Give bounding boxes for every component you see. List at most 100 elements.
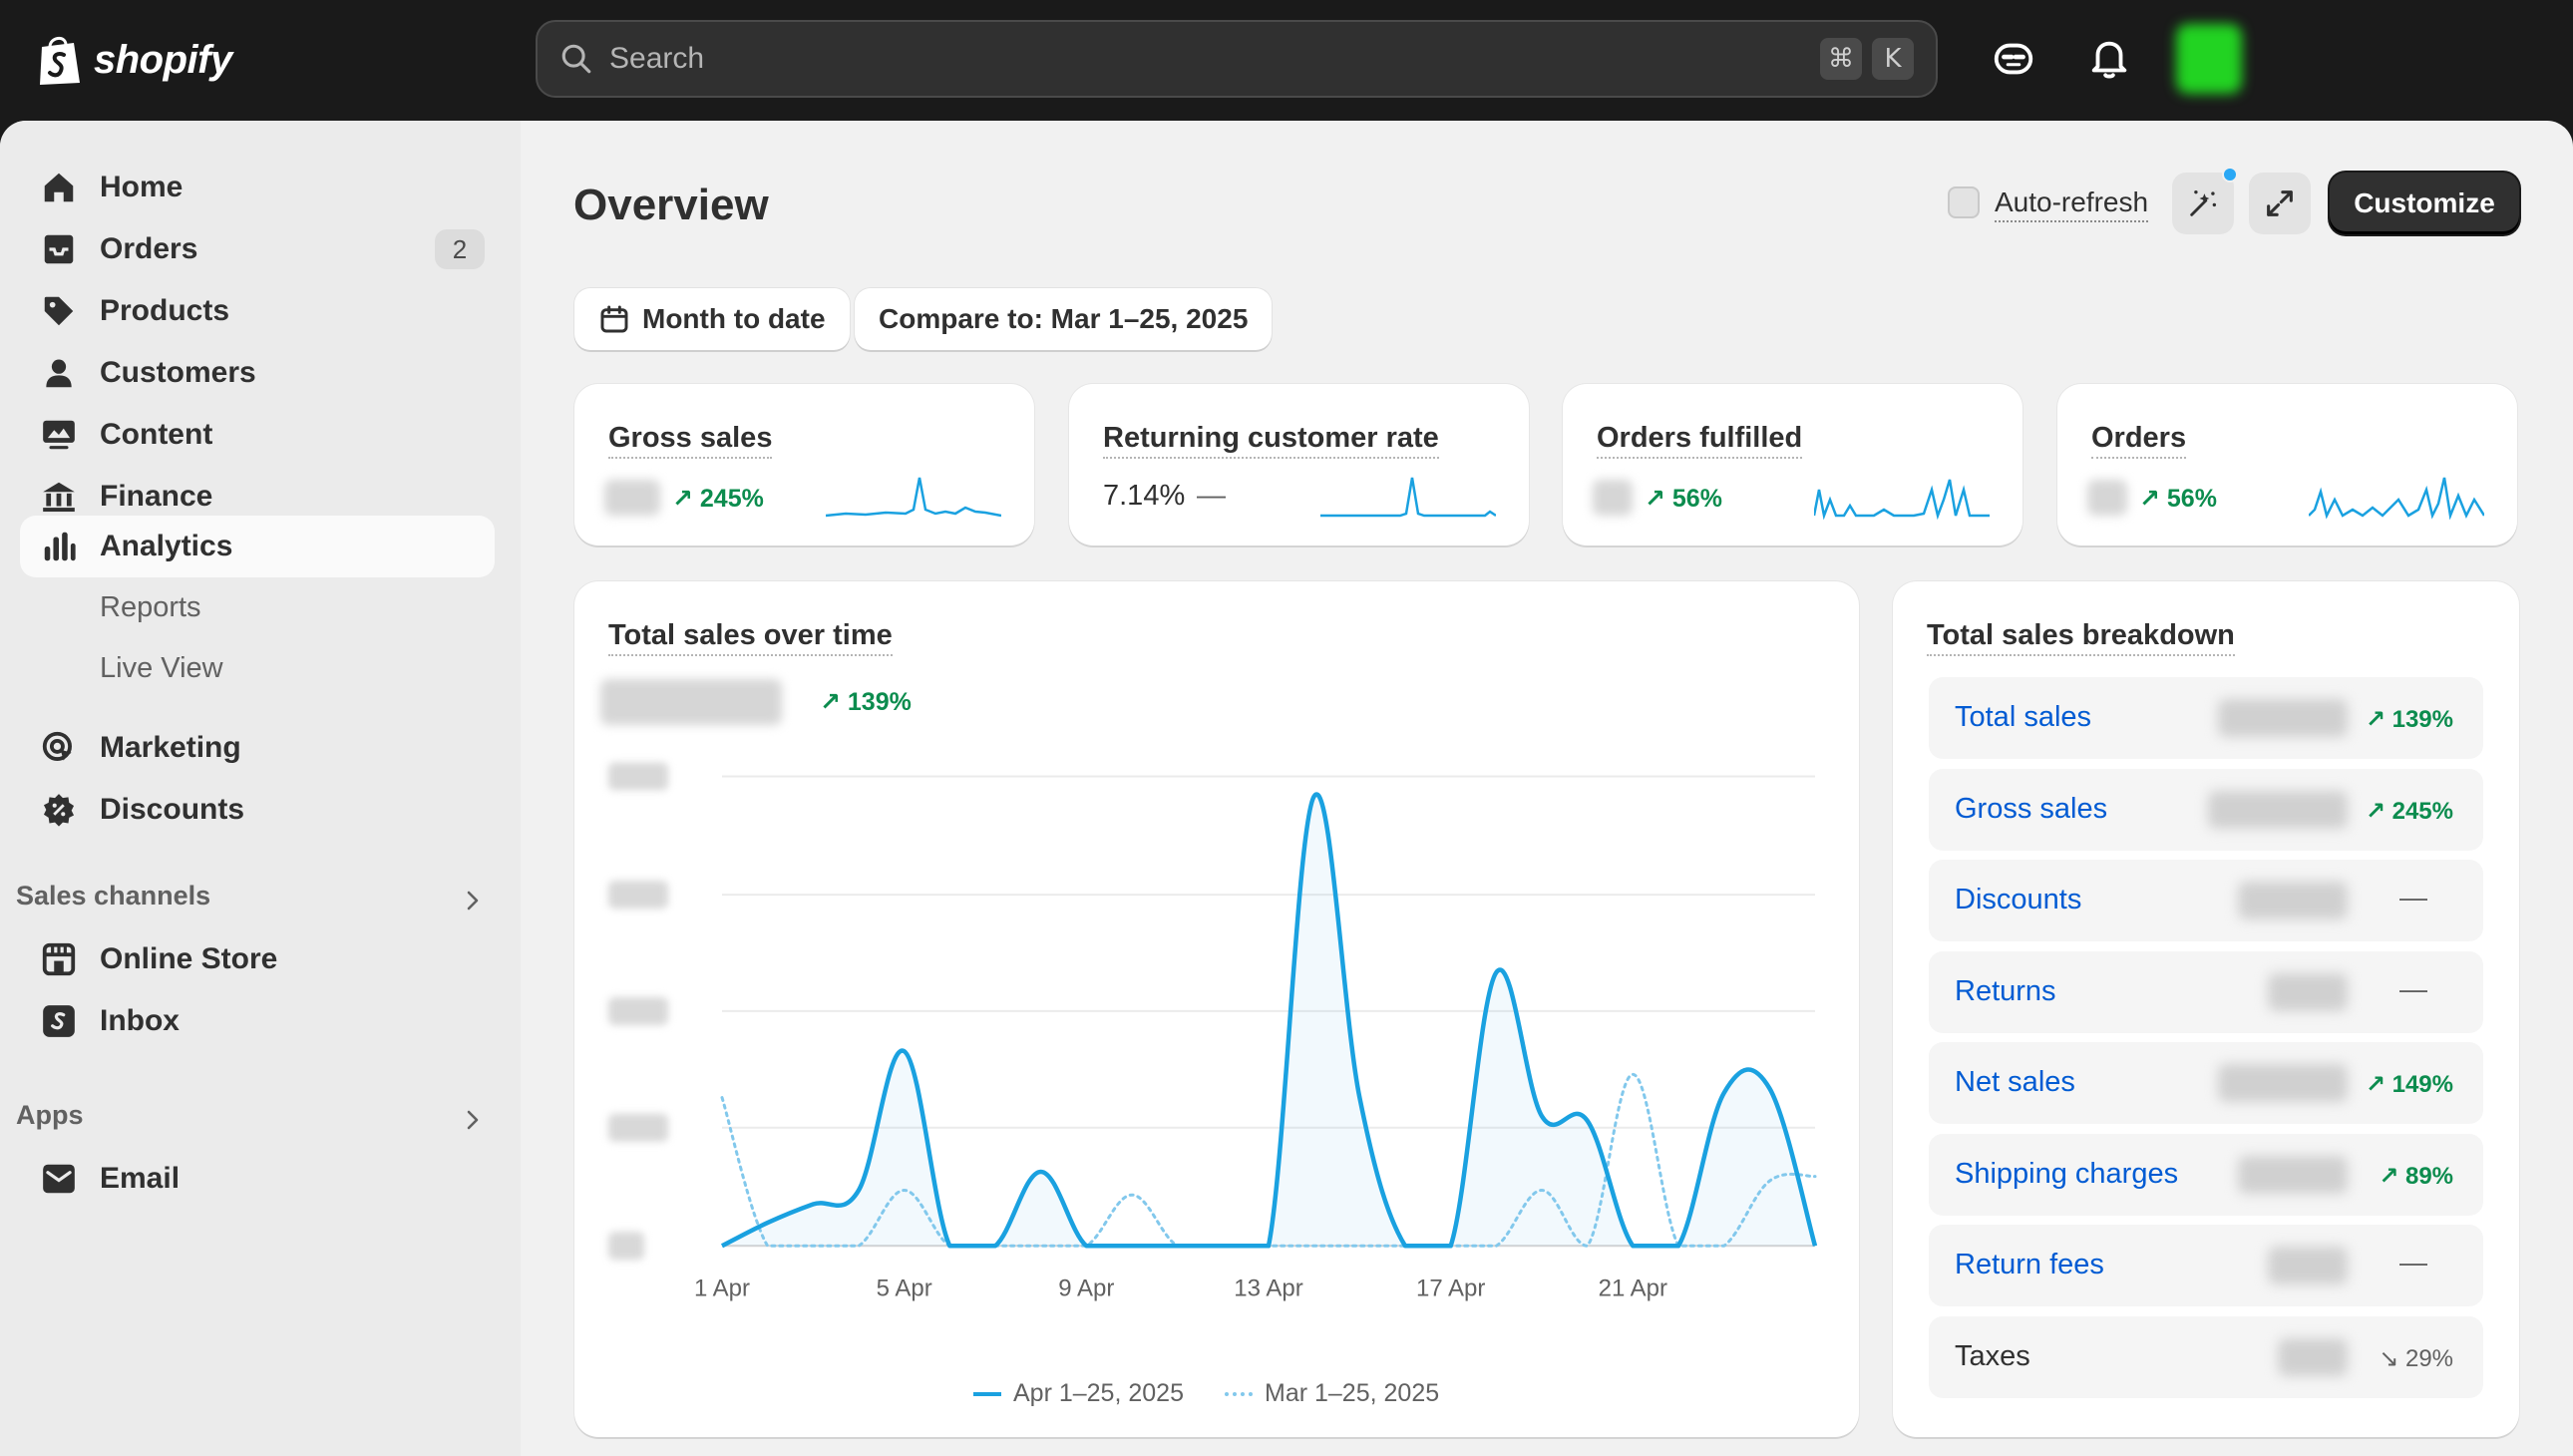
sidebar-item-marketing[interactable]: Marketing [20,717,495,779]
breakdown-delta: ↗ 139% [2365,706,2453,733]
sidebar-item-customers[interactable]: Customers [20,342,495,404]
x-tick-label: 21 Apr [1599,1274,1667,1301]
top-bar: shopify Search ⌘ K [0,0,2573,121]
shortcut-cmd-key: ⌘ [1820,38,1862,80]
sidebar-item-content[interactable]: Content [20,404,495,466]
sidebar-subitem-live-view[interactable]: Live View [100,652,223,685]
breakdown-delta: — [2399,972,2427,1004]
breakdown-row[interactable]: Returns — [1929,950,2483,1033]
customize-button[interactable]: Customize [2330,173,2519,234]
y-axis-label-blurred [608,881,668,910]
y-axis-label-blurred [608,762,668,791]
tag-icon [44,296,74,326]
x-tick-label: 9 Apr [1058,1274,1114,1301]
content-icon [43,420,75,450]
metric-card-returning-customer-rate[interactable]: Returning customer rate 7.14% — [1069,384,1529,546]
legend-current-label: Apr 1–25, 2025 [1013,1379,1184,1407]
metric-delta: ↗ 245% [672,485,764,513]
metric-card-orders[interactable]: Orders ↗ 56% [2057,384,2517,546]
sidebar-item-analytics[interactable]: Analytics [20,516,495,577]
app-shell: Home Orders 2 Products Customers Content… [0,121,2573,1456]
breakdown-row[interactable]: Return fees — [1929,1225,2483,1306]
bank-icon [43,482,75,513]
breakdown-label[interactable]: Discounts [1955,884,2081,916]
store-name-blurred[interactable] [2252,40,2561,76]
metric-title: Orders [2091,422,2187,459]
person-icon [46,359,72,388]
sidebar-item-label: Home [100,171,184,203]
notification-dot [2222,167,2238,182]
x-tick-label: 13 Apr [1234,1274,1302,1301]
sidebar-item-label: Discounts [100,793,245,826]
legend-current[interactable]: Apr 1–25, 2025 [973,1379,1184,1408]
breakdown-value-blurred [2218,699,2348,737]
sidebar-item-orders[interactable]: Orders 2 [20,218,495,280]
x-tick-label: 5 Apr [877,1274,932,1301]
breakdown-label[interactable]: Return fees [1955,1249,2104,1281]
breakdown-delta: ↗ 89% [2379,1162,2453,1190]
total-sales-over-time-card: Total sales over time ↗ 139% 1 Apr 5 Apr 9… [574,581,1859,1437]
breakdown-label[interactable]: Net sales [1955,1066,2075,1099]
sidebar-item-label: Inbox [100,1004,180,1037]
compare-button[interactable]: Compare to: Mar 1–25, 2025 [855,288,1273,350]
sidebar-item-label: Customers [100,356,256,389]
date-range-button[interactable]: Month to date [574,288,850,350]
breakdown-label[interactable]: Gross sales [1955,793,2107,826]
search-icon [561,44,591,74]
ai-insights-button[interactable] [2172,167,2238,234]
sidebar-subitem-reports[interactable]: Reports [100,591,201,624]
breakdown-label[interactable]: Shipping charges [1955,1158,2178,1191]
auto-refresh-label[interactable]: Auto-refresh [1995,186,2149,222]
breakdown-label[interactable]: Returns [1955,975,2056,1008]
email-icon [43,1164,75,1194]
breakdown-label[interactable]: Total sales [1955,701,2091,734]
breakdown-row[interactable]: Taxes ↘ 29% [1929,1315,2483,1398]
sidebar-item-inbox[interactable]: Inbox [20,990,495,1052]
breakdown-title[interactable]: Total sales breakdown [1927,619,2235,656]
y-axis-label-blurred [608,996,668,1025]
metric-title: Orders fulfilled [1597,422,1803,459]
breakdown-row[interactable]: Gross sales ↗ 245% [1929,768,2483,851]
shortcut-k-key: K [1872,38,1914,80]
breakdown-delta: — [2399,1247,2427,1277]
search-input[interactable]: Search ⌘ K [536,20,1938,98]
breakdown-row[interactable]: Shipping charges ↗ 89% [1929,1133,2483,1216]
sidebar-item-online-store[interactable]: Online Store [20,928,495,990]
store-icon [42,942,76,976]
sidebar-item-label: Finance [100,480,213,513]
metric-card-gross-sales[interactable]: Gross sales ↗ 245% [574,384,1034,546]
metric-delta: — [1197,480,1226,512]
breakdown-value-blurred [2268,1247,2348,1284]
shopify-bag-icon [40,37,80,85]
home-icon [44,173,74,202]
sidekick-icon[interactable] [1991,36,2036,82]
breakdown-value-blurred [2218,1064,2348,1102]
expand-icon [2267,190,2293,216]
sidebar-item-discounts[interactable]: Discounts [20,779,495,841]
sidebar-item-home[interactable]: Home [20,157,495,218]
breakdown-row[interactable]: Net sales ↗ 149% [1929,1042,2483,1124]
fullscreen-button[interactable] [2249,173,2311,234]
breakdown-row[interactable]: Discounts — [1929,860,2483,941]
gross-sales-sparkline [826,477,1001,518]
orders-icon [44,234,74,264]
breakdown-row[interactable]: Total sales ↗ 139% [1929,677,2483,759]
bell-icon[interactable] [2086,36,2132,82]
metric-card-orders-fulfilled[interactable]: Orders fulfilled ↗ 56% [1563,384,2022,546]
shopify-logo[interactable]: shopify [36,30,232,90]
breakdown-value-blurred [2238,882,2348,919]
inbox-icon [43,1005,75,1037]
sidebar-item-products[interactable]: Products [20,280,495,342]
metric-value: 7.14% [1103,480,1186,512]
metric-title: Gross sales [608,422,773,459]
metric-title: Returning customer rate [1103,422,1439,459]
sidebar-item-email[interactable]: Email [20,1148,495,1210]
legend-previous[interactable]: Mar 1–25, 2025 [1225,1379,1439,1408]
search-placeholder: Search [609,42,705,75]
auto-refresh-checkbox[interactable] [1948,186,1980,218]
legend-swatch-solid [973,1391,1001,1396]
total-sales-breakdown-card: Total sales breakdown Total sales ↗ 139% G… [1893,581,2519,1437]
chevron-right-icon[interactable] [461,889,485,912]
store-avatar[interactable] [2176,24,2242,94]
chevron-right-icon[interactable] [461,1108,485,1132]
